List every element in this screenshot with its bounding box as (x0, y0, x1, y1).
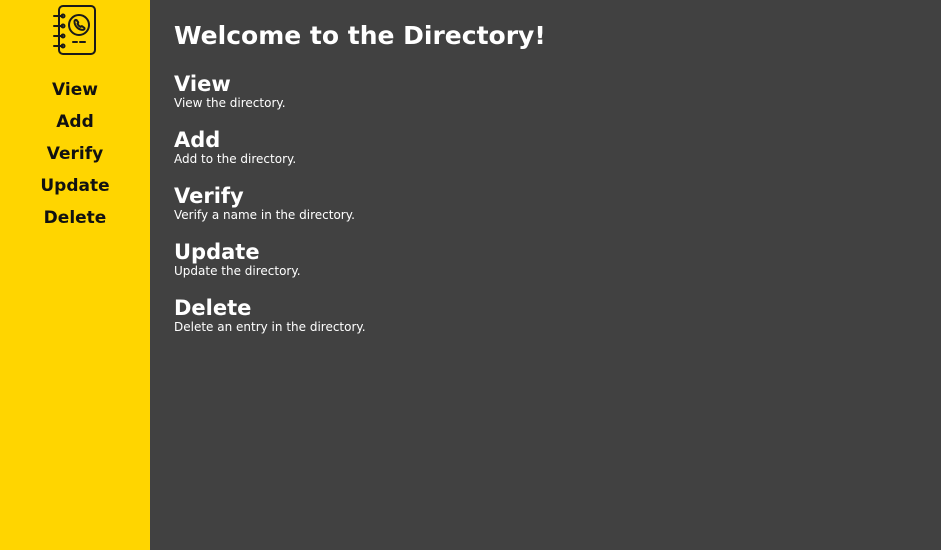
section-delete: Delete Delete an entry in the directory. (174, 296, 917, 335)
section-description: View the directory. (174, 96, 286, 110)
sidebar-item-verify[interactable]: Verify (40, 138, 109, 170)
sidebar-item-view[interactable]: View (40, 74, 109, 106)
section-verify: Verify Verify a name in the directory. (174, 184, 917, 223)
section-add: Add Add to the directory. (174, 128, 917, 167)
section-title: View (174, 72, 231, 96)
section-view: View View the directory. (174, 72, 917, 111)
section-title: Add (174, 128, 221, 152)
page-title: Welcome to the Directory! (174, 21, 546, 50)
section-title: Verify (174, 184, 244, 208)
section-description: Update the directory. (174, 264, 301, 278)
section-description: Delete an entry in the directory. (174, 320, 366, 334)
sidebar-nav: View Add Verify Update Delete (40, 74, 109, 234)
sidebar: View Add Verify Update Delete (0, 0, 150, 550)
app-window: View Add Verify Update Delete Welcome to… (0, 0, 941, 550)
main-content: Welcome to the Directory! View View the … (150, 0, 941, 550)
sidebar-item-add[interactable]: Add (40, 106, 109, 138)
section-description: Add to the directory. (174, 152, 297, 166)
section-title: Update (174, 240, 260, 264)
section-update: Update Update the directory. (174, 240, 917, 279)
section-title: Delete (174, 296, 252, 320)
phone-book-icon[interactable] (51, 4, 99, 56)
sidebar-item-delete[interactable]: Delete (40, 202, 109, 234)
section-description: Verify a name in the directory. (174, 208, 355, 222)
sidebar-item-update[interactable]: Update (40, 170, 109, 202)
